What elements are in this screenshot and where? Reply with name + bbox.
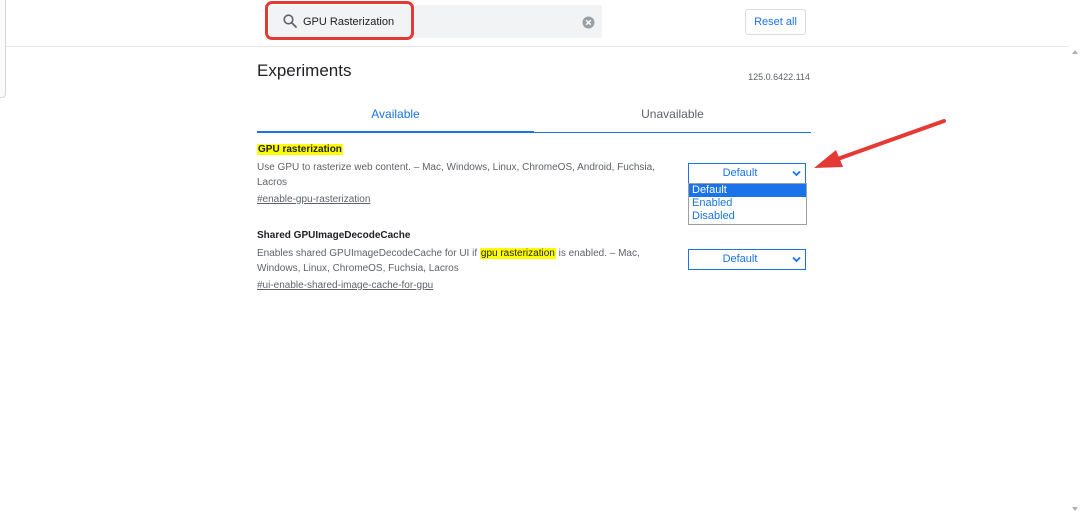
scroll-up-icon[interactable]	[1072, 50, 1078, 54]
experiment-link[interactable]: #enable-gpu-rasterization	[257, 193, 667, 207]
experiment-gpu-rasterization: GPU rasterization Use GPU to rasterize w…	[257, 143, 667, 207]
side-panel-edge	[0, 0, 6, 98]
scrollbar[interactable]	[1069, 46, 1080, 515]
search-match-highlight: gpu rasterization	[479, 248, 556, 259]
select-value: Default	[722, 253, 758, 265]
gpu-rasterization-dropdown[interactable]: Default Enabled Disabled	[688, 183, 807, 225]
experiment-title: Shared GPUImageDecodeCache	[257, 230, 411, 241]
description-text: Enables shared GPUImageDecodeCache for U…	[257, 248, 480, 259]
annotation-arrow-icon	[814, 119, 946, 168]
tab-unavailable[interactable]: Unavailable	[534, 100, 811, 133]
version-label: 125.0.6422.114	[748, 72, 810, 82]
chevron-down-icon	[792, 256, 801, 263]
chevron-down-icon	[792, 170, 801, 177]
gpu-rasterization-select[interactable]: Default	[688, 163, 806, 184]
reset-all-button[interactable]: Reset all	[745, 9, 806, 35]
option-disabled[interactable]: Disabled	[689, 210, 806, 223]
search-match-highlight: GPU rasterization	[257, 144, 343, 155]
option-enabled[interactable]: Enabled	[689, 197, 806, 210]
flags-page: Reset all Experiments 125.0.6422.114 Ava…	[0, 0, 1080, 515]
shared-gpuimagedecodecache-select[interactable]: Default	[688, 249, 806, 270]
experiment-title: GPU rasterization	[257, 143, 667, 157]
option-default[interactable]: Default	[689, 184, 806, 197]
scroll-down-icon[interactable]	[1072, 507, 1078, 511]
search-annotation-box	[265, 1, 414, 40]
experiment-shared-gpuimagedecodecache: Shared GPUImageDecodeCache Enables share…	[257, 229, 667, 293]
select-value: Default	[722, 167, 758, 179]
page-title: Experiments	[257, 61, 352, 80]
tab-available[interactable]: Available	[257, 100, 534, 133]
experiment-description: Use GPU to rasterize web content. – Mac,…	[257, 162, 655, 188]
experiment-link[interactable]: #ui-enable-shared-image-cache-for-gpu	[257, 279, 667, 293]
experiment-description: Enables shared GPUImageDecodeCache for U…	[257, 246, 667, 276]
clear-icon[interactable]	[582, 16, 595, 29]
